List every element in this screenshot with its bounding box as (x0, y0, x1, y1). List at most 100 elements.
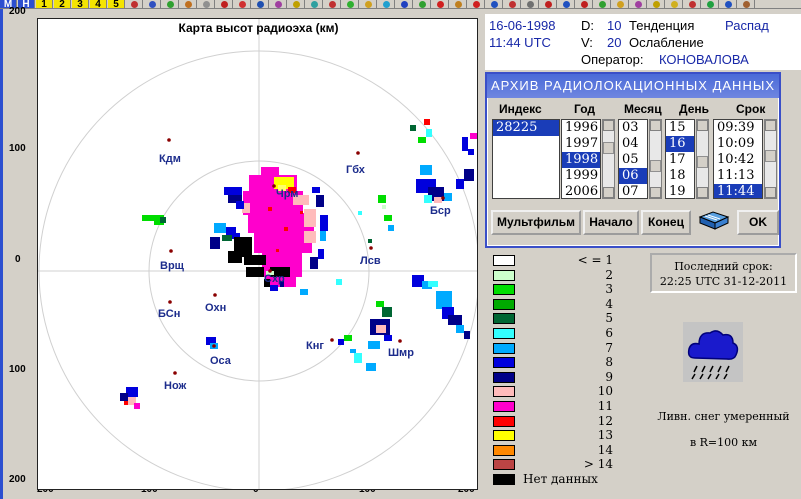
toolbar-icon-button-16[interactable] (396, 0, 413, 8)
month-scrollbar[interactable] (649, 119, 662, 199)
list-item-year[interactable]: 2006 (562, 184, 600, 198)
scroll-thumb[interactable] (765, 150, 776, 162)
scroll-up-arrow[interactable] (765, 120, 776, 131)
toolbar-icon-button-13[interactable] (342, 0, 359, 8)
toolbar-icon-button-32[interactable] (684, 0, 701, 8)
time-listbox[interactable]: 09:39 10:09 10:42 11:13 11:44 (713, 119, 763, 199)
toolbar-icon-button-1[interactable] (126, 0, 143, 8)
toolbar-button-3[interactable]: 3 (72, 0, 89, 8)
toolbar-icon-button-27[interactable] (594, 0, 611, 8)
toolbar-icon-button-34[interactable] (720, 0, 737, 8)
list-item-year[interactable]: 1999 (562, 168, 600, 184)
toolbar-icon-button-4[interactable] (180, 0, 197, 8)
toolbar-icon-button-29[interactable] (630, 0, 647, 8)
toolbar-icon-button-6[interactable] (216, 0, 233, 8)
toolbar-icon-button-33[interactable] (702, 0, 719, 8)
toolbar-icon-button-20[interactable] (468, 0, 485, 8)
toolbar-icon-button-18[interactable] (432, 0, 449, 8)
scroll-down-arrow[interactable] (697, 187, 708, 198)
toolbar-icon-button-24[interactable] (540, 0, 557, 8)
toolbar-button-1[interactable]: 1 (36, 0, 53, 8)
scroll-thumb[interactable] (697, 156, 708, 168)
list-item-month[interactable]: 04 (619, 136, 647, 152)
index-listbox[interactable]: 28225 (492, 119, 560, 199)
toolbar-icon-button-26[interactable] (576, 0, 593, 8)
list-item-time[interactable]: 09:39 (714, 120, 762, 136)
axis-label-left-top: 200 (9, 6, 26, 17)
list-item-day[interactable]: 17 (666, 152, 694, 168)
toolbar-button-4[interactable]: 4 (90, 0, 107, 8)
toolbar-icon-button-9[interactable] (270, 0, 287, 8)
list-item-year[interactable]: 1996 (562, 120, 600, 136)
legend-swatch (493, 415, 515, 427)
station-marker (356, 151, 360, 155)
toolbar-icon-button-17[interactable] (414, 0, 431, 8)
list-item-year[interactable]: 1997 (562, 136, 600, 152)
toolbar-icon-button-12[interactable] (324, 0, 341, 8)
toolbar-icon-button-3[interactable] (162, 0, 179, 8)
toolbar-icon-button-21[interactable] (486, 0, 503, 8)
list-item-day[interactable]: 15 (666, 120, 694, 136)
scroll-down-arrow[interactable] (603, 187, 614, 198)
year-scrollbar[interactable] (602, 119, 615, 199)
toolbar-button-2[interactable]: 2 (54, 0, 71, 8)
year-listbox[interactable]: 1996 1997 1998 1999 2006 (561, 119, 601, 199)
day-scrollbar[interactable] (696, 119, 709, 199)
toolbar-icon-button-25[interactable] (558, 0, 575, 8)
month-listbox[interactable]: 03 04 05 06 07 (618, 119, 648, 199)
list-item-time[interactable]: 10:42 (714, 152, 762, 168)
toolbar-icon-button-7[interactable] (234, 0, 251, 8)
toolbar-icon-button-8[interactable] (252, 0, 269, 8)
list-item-time[interactable]: 10:09 (714, 136, 762, 152)
toolbar-icon-button-5[interactable] (198, 0, 215, 8)
list-item-day[interactable]: 19 (666, 184, 694, 198)
map-title: Карта высот радиоэха (км) (178, 21, 339, 35)
toolbar-icon-button-35[interactable] (738, 0, 755, 8)
toolbar-icon-button-10[interactable] (288, 0, 305, 8)
time-scrollbar[interactable] (764, 119, 777, 199)
list-item-time[interactable]: 11:13 (714, 168, 762, 184)
list-item-month[interactable]: 07 (619, 184, 647, 198)
legend-swatch (493, 298, 515, 310)
scroll-thumb[interactable] (650, 160, 661, 172)
toolbar-icon-button-14[interactable] (360, 0, 377, 8)
scroll-down-arrow[interactable] (765, 187, 776, 198)
toolbar-icon-button-28[interactable] (612, 0, 629, 8)
scroll-up-arrow[interactable] (697, 120, 708, 131)
end-button[interactable]: Конец (641, 210, 691, 235)
echo-pixel (384, 335, 392, 341)
scroll-down-arrow[interactable] (650, 187, 661, 198)
ok-button[interactable]: OK (737, 210, 779, 235)
legend-swatch (493, 401, 515, 412)
axis-label-left-bottom: 200 (9, 474, 26, 485)
toolbar-icon-button-23[interactable] (522, 0, 539, 8)
tool-icon (563, 1, 570, 8)
toolbar-icon-button-11[interactable] (306, 0, 323, 8)
scroll-up-arrow[interactable] (650, 120, 661, 131)
echo-pixel (336, 279, 342, 285)
book-icon[interactable] (697, 207, 731, 235)
toolbar-icon-button-19[interactable] (450, 0, 467, 8)
scroll-up-arrow[interactable] (603, 120, 614, 131)
multfilm-button[interactable]: Мультфильм (491, 210, 581, 235)
toolbar-icon-button-2[interactable] (144, 0, 161, 8)
toolbar-icon-button-30[interactable] (648, 0, 665, 8)
toolbar-icon-button-15[interactable] (378, 0, 395, 8)
echo-pixel (160, 217, 166, 223)
list-item-time[interactable]: 11:44 (714, 184, 762, 198)
list-item-day[interactable]: 16 (666, 136, 694, 152)
day-listbox[interactable]: 15 16 17 18 19 (665, 119, 695, 199)
toolbar-icon-button-22[interactable] (504, 0, 521, 8)
radar-plot[interactable]: Карта высот радиоэха (км) Кдм Гбх Чрм Бср Вр… (37, 18, 478, 490)
toolbar-icon-button-31[interactable] (666, 0, 683, 8)
list-item-month[interactable]: 06 (619, 168, 647, 184)
start-button[interactable]: Начало (583, 210, 639, 235)
scroll-thumb[interactable] (603, 142, 614, 154)
list-item-year[interactable]: 1998 (562, 152, 600, 168)
toolbar-button-5[interactable]: 5 (108, 0, 125, 8)
list-item-month[interactable]: 03 (619, 120, 647, 136)
tool-icon (599, 1, 606, 8)
list-item-day[interactable]: 18 (666, 168, 694, 184)
list-item-month[interactable]: 05 (619, 152, 647, 168)
list-item-index[interactable]: 28225 (493, 120, 559, 136)
